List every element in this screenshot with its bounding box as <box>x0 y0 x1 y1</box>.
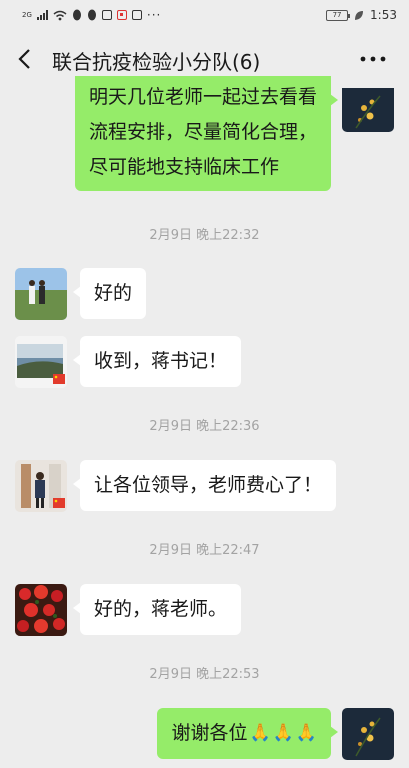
avatar-contact[interactable] <box>15 460 67 512</box>
emoji-row: 🙏 🙏 🙏 <box>249 716 317 751</box>
penguin-icon <box>87 9 96 21</box>
chat-title: 联合抗疫检验小分队(6) <box>52 50 261 74</box>
avatar-self[interactable] <box>342 708 394 760</box>
message-text: 好的，蒋老师。 <box>94 598 228 620</box>
status-right: 77 1:53 <box>326 8 397 22</box>
ellipsis-icon[interactable] <box>359 47 387 71</box>
message-line: 流程安排，尽量简化合理， <box>88 121 317 143</box>
avatar-contact[interactable] <box>15 584 67 636</box>
status-left: 2G ··· <box>22 8 161 22</box>
timestamp: 2月9日 晚上22:32 <box>149 228 260 243</box>
message-text: 谢谢各位 <box>171 722 248 744</box>
clock-time: 1:53 <box>370 8 397 22</box>
leaf-icon <box>355 10 364 20</box>
chat-message-list[interactable]: 明天几位老师一起过去看看 流程安排，尽量简化合理， 尽可能地支持临床工作 2月9… <box>0 76 409 768</box>
network-type-label: 2G <box>22 10 32 19</box>
message-bubble-sent[interactable]: 谢谢各位 🙏 🙏 🙏 <box>157 708 338 759</box>
avatar-contact[interactable] <box>15 336 67 388</box>
message-bubble-sent[interactable]: 明天几位老师一起过去看看 流程安排，尽量简化合理， 尽可能地支持临床工作 <box>74 76 339 191</box>
avatar-self[interactable] <box>342 88 394 132</box>
message-line: 明天几位老师一起过去看看 <box>88 86 317 108</box>
signal-icon <box>36 10 48 20</box>
praying-hands-icon: 🙏 <box>249 723 271 743</box>
photo-notification-icon <box>131 10 142 20</box>
message-bubble-received[interactable]: 好的 <box>72 268 147 319</box>
avatar-contact[interactable] <box>15 268 67 320</box>
message-text: 收到，蒋书记！ <box>94 350 228 372</box>
wifi-icon <box>53 10 67 20</box>
app-notification-icon <box>101 10 112 20</box>
message-line: 尽可能地支持临床工作 <box>88 156 279 178</box>
message-bubble-received[interactable]: 让各位领导，老师费心了！ <box>72 460 337 511</box>
praying-hands-icon: 🙏 <box>272 723 294 743</box>
timestamp: 2月9日 晚上22:47 <box>149 543 260 558</box>
timestamp: 2月9日 晚上22:36 <box>149 419 260 434</box>
battery-level: 77 <box>332 11 342 19</box>
message-bubble-received[interactable]: 好的，蒋老师。 <box>72 584 242 635</box>
more-notifications-icon: ··· <box>146 8 162 22</box>
penguin-icon <box>72 9 81 21</box>
message-bubble-received[interactable]: 收到，蒋书记！ <box>72 336 242 387</box>
app-notification-icon <box>116 10 127 20</box>
status-bar: 2G ··· 77 1:53 <box>0 0 409 30</box>
message-text: 好的 <box>94 282 133 304</box>
timestamp: 2月9日 晚上22:53 <box>149 667 260 682</box>
message-text: 让各位领导，老师费心了！ <box>94 474 323 496</box>
chevron-left-icon[interactable] <box>14 47 38 71</box>
praying-hands-icon: 🙏 <box>295 723 317 743</box>
battery-icon: 77 <box>326 9 351 21</box>
